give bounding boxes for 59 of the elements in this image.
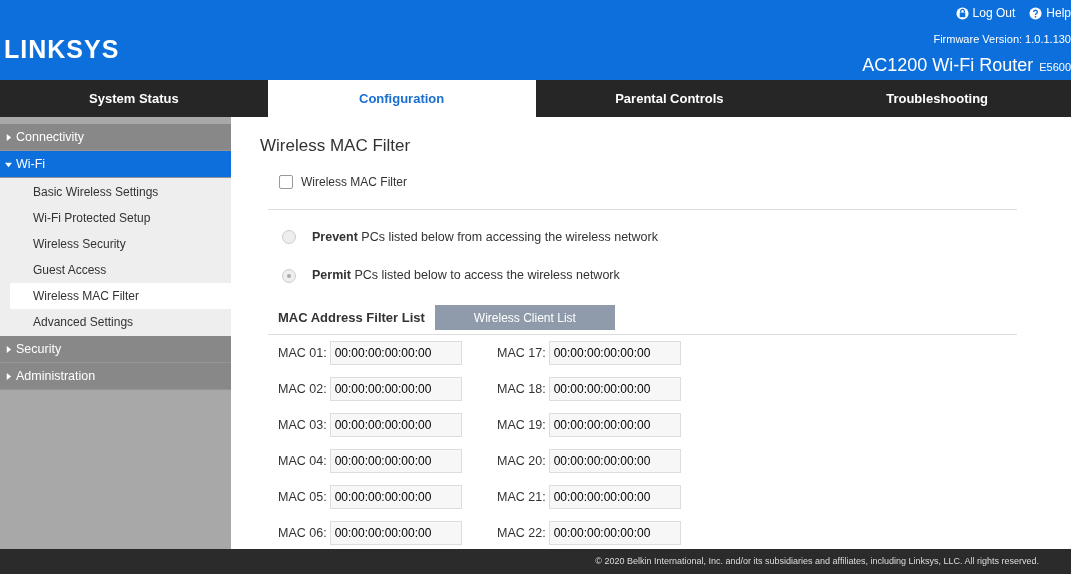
product-name: AC1200 Wi-Fi Router <box>862 55 1034 75</box>
caret-down-icon <box>5 160 12 168</box>
field-label: MAC 17: <box>497 344 546 362</box>
header-link[interactable]: Help <box>1029 4 1071 22</box>
mac-input[interactable]: 00:00:00:00:00:00 <box>329 341 462 365</box>
caret-right-icon <box>5 345 12 353</box>
lock-icon <box>955 6 969 20</box>
mac-input[interactable]: 00:00:00:00:00:00 <box>329 485 462 509</box>
field-label: MAC 21: <box>497 488 546 506</box>
help-icon <box>1029 6 1043 20</box>
field-label: MAC 01: <box>278 344 327 362</box>
mac-input[interactable]: 00:00:00:00:00:00 <box>548 413 681 437</box>
sidebar-section[interactable]: Administration <box>0 363 231 390</box>
checkbox[interactable] <box>279 174 293 189</box>
nav-tab[interactable]: Configuration <box>267 80 536 117</box>
radio-label: Permit PCs listed below to access the wireless network <box>312 267 620 285</box>
field-label: MAC 19: <box>497 416 546 434</box>
section-heading: MAC Address Filter List <box>278 308 425 327</box>
page-title: Wireless MAC Filter <box>260 135 412 157</box>
field-label: MAC 02: <box>278 380 327 398</box>
radio-button[interactable] <box>282 268 296 283</box>
field-label: MAC 05: <box>278 488 327 506</box>
field-label: MAC 20: <box>497 452 546 470</box>
mac-input[interactable]: 00:00:00:00:00:00 <box>548 521 681 545</box>
mac-input[interactable]: 00:00:00:00:00:00 <box>548 377 681 401</box>
sidebar-section[interactable]: Security <box>0 336 231 363</box>
logo: LINKSYS <box>4 33 120 65</box>
sidebar-item[interactable]: Advanced Settings <box>10 309 231 335</box>
field-label: MAC 06: <box>278 524 327 542</box>
copyright-text: © 2020 Belkin International, Inc. and/or its subsidiaries and affiliates, including Linksys, LLC. All rights reserved. <box>0 549 1071 574</box>
sidebar-item[interactable]: Wireless MAC Filter <box>10 283 231 309</box>
mac-input[interactable]: 00:00:00:00:00:00 <box>329 449 462 473</box>
nav-tab[interactable]: Troubleshooting <box>803 80 1071 117</box>
radio-label: Prevent PCs listed below from accessing the wireless network <box>312 228 658 246</box>
caret-right-icon <box>5 133 12 141</box>
mac-input[interactable]: 00:00:00:00:00:00 <box>329 521 462 545</box>
radio-button[interactable] <box>282 229 296 244</box>
sidebar-item[interactable]: Wi-Fi Protected Setup <box>10 205 231 231</box>
mac-input[interactable]: 00:00:00:00:00:00 <box>548 341 681 365</box>
mac-input[interactable]: 00:00:00:00:00:00 <box>329 377 462 401</box>
field-label: MAC 04: <box>278 452 327 470</box>
sidebar-item[interactable]: Wireless Security <box>10 231 231 257</box>
model-number: E5600 <box>1039 61 1071 73</box>
field-label: MAC 18: <box>497 380 546 398</box>
mac-input[interactable]: 00:00:00:00:00:00 <box>548 485 681 509</box>
checkbox-label: Wireless MAC Filter <box>301 173 407 191</box>
caret-right-icon <box>5 372 12 380</box>
header-link[interactable]: Log Out <box>955 4 1016 22</box>
sidebar-item[interactable]: Basic Wireless Settings <box>10 179 231 205</box>
sidebar-item[interactable]: Guest Access <box>10 257 231 283</box>
field-label: MAC 03: <box>278 416 327 434</box>
firmware-version: Firmware Version: 1.0.1.130 <box>932 31 1071 47</box>
field-label: MAC 22: <box>497 524 546 542</box>
mac-input[interactable]: 00:00:00:00:00:00 <box>329 413 462 437</box>
nav-tab[interactable]: System Status <box>0 80 268 117</box>
sidebar-section[interactable]: Wi-Fi <box>0 151 231 178</box>
sidebar-section[interactable]: Connectivity <box>0 124 231 151</box>
mac-input[interactable]: 00:00:00:00:00:00 <box>548 449 681 473</box>
nav-tab[interactable]: Parental Controls <box>535 80 804 117</box>
